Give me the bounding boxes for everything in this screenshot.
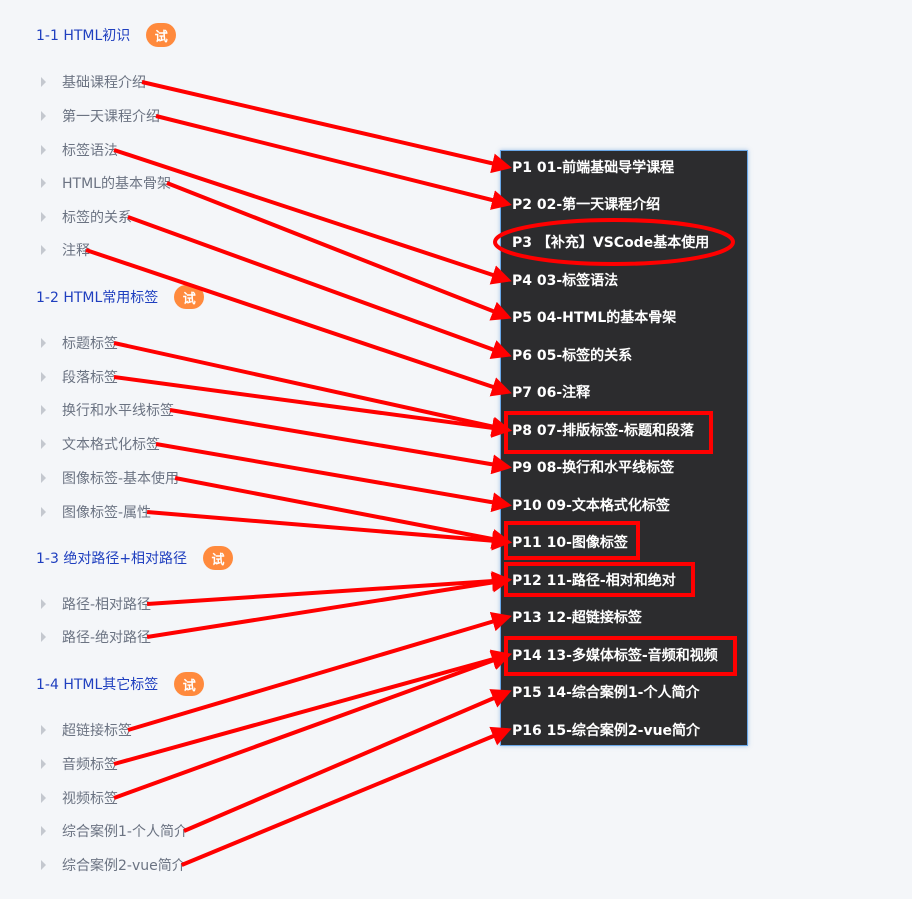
section-title: 1-2 HTML常用标签 — [36, 290, 159, 306]
lesson-label: 文本格式化标签 — [62, 437, 160, 453]
annotation-arrow — [146, 510, 512, 551]
section-title: 1-1 HTML初识 — [36, 28, 131, 44]
play-triangle-icon — [41, 599, 46, 609]
lesson-item[interactable]: 音频标签 — [41, 754, 118, 774]
lesson-label: 综合案例2-vue简介 — [62, 858, 186, 874]
lesson-label: 超链接标签 — [62, 723, 132, 739]
play-triangle-icon — [41, 826, 46, 836]
section-title: 1-4 HTML其它标签 — [36, 677, 159, 693]
lesson-item[interactable]: HTML的基本骨架 — [41, 173, 171, 193]
lesson-item[interactable]: 段落标签 — [41, 367, 118, 387]
lesson-item[interactable]: 综合案例2-vue简介 — [41, 855, 186, 875]
lesson-item[interactable]: 路径-相对路径 — [41, 594, 151, 614]
lesson-label: 音频标签 — [62, 757, 118, 773]
lesson-label: 图像标签-属性 — [62, 505, 152, 521]
play-triangle-icon — [41, 759, 46, 769]
section-header[interactable]: 1-3 绝对路径+相对路径 试 — [36, 546, 234, 570]
play-triangle-icon — [41, 725, 46, 735]
lesson-label: 标签语法 — [62, 143, 118, 159]
playlist-item[interactable]: P10 09-文本格式化标签 — [512, 492, 670, 518]
trial-badge: 试 — [174, 672, 205, 696]
lesson-label: 换行和水平线标签 — [62, 403, 174, 419]
annotation-arrow — [166, 181, 512, 321]
lesson-item[interactable]: 综合案例1-个人简介 — [41, 821, 188, 841]
annotation-arrow — [113, 148, 512, 285]
lesson-item[interactable]: 视频标签 — [41, 788, 118, 808]
video-playlist: P1 01-前端基础导学课程 P2 02-第一天课程介绍 P3 【补充】VSCo… — [500, 150, 748, 746]
play-triangle-icon — [41, 372, 46, 382]
play-triangle-icon — [41, 338, 46, 348]
lesson-label: 综合案例1-个人简介 — [62, 824, 188, 840]
lesson-item[interactable]: 标签语法 — [41, 140, 118, 160]
annotation-arrow — [85, 248, 512, 397]
lesson-item[interactable]: 标题标签 — [41, 333, 118, 353]
lesson-label: 路径-相对路径 — [62, 597, 152, 613]
annotation-arrow — [146, 572, 512, 639]
play-triangle-icon — [41, 439, 46, 449]
playlist-item[interactable]: P7 06-注释 — [512, 379, 590, 405]
lesson-label: 路径-绝对路径 — [62, 630, 152, 646]
lesson-item[interactable]: 标签的关系 — [41, 207, 132, 227]
section-title: 1-3 绝对路径+相对路径 — [36, 551, 188, 567]
lesson-item[interactable]: 文本格式化标签 — [41, 434, 160, 454]
play-triangle-icon — [41, 507, 46, 517]
lesson-label: 图像标签-基本使用 — [62, 471, 180, 487]
trial-badge: 试 — [146, 23, 177, 47]
lesson-item[interactable]: 注释 — [41, 240, 90, 260]
annotation-arrow — [141, 80, 512, 174]
annotation-arrow — [155, 442, 512, 513]
lesson-label: 注释 — [62, 243, 90, 259]
annotation-arrow — [146, 571, 512, 606]
lesson-label: HTML的基本骨架 — [62, 176, 171, 192]
play-triangle-icon — [41, 473, 46, 483]
playlist-item[interactable]: P12 11-路径-相对和绝对 — [512, 567, 676, 593]
lesson-item[interactable]: 基础课程介绍 — [41, 72, 146, 92]
section-header[interactable]: 1-4 HTML其它标签 试 — [36, 672, 205, 696]
lesson-item[interactable]: 图像标签-属性 — [41, 502, 151, 522]
playlist-item[interactable]: P4 03-标签语法 — [512, 267, 618, 293]
lesson-label: 段落标签 — [62, 370, 118, 386]
trial-badge: 试 — [174, 285, 205, 309]
lesson-label: 第一天课程介绍 — [62, 109, 160, 125]
play-triangle-icon — [41, 860, 46, 870]
lesson-item[interactable]: 第一天课程介绍 — [41, 106, 160, 126]
playlist-item[interactable]: P14 13-多媒体标签-音频和视频 — [512, 642, 718, 668]
lesson-label: 标题标签 — [62, 336, 118, 352]
playlist-item[interactable]: P2 02-第一天课程介绍 — [512, 191, 660, 217]
lesson-item[interactable]: 换行和水平线标签 — [41, 400, 174, 420]
play-triangle-icon — [41, 178, 46, 188]
playlist-item[interactable]: P15 14-综合案例1-个人简介 — [512, 679, 699, 705]
play-triangle-icon — [41, 212, 46, 222]
playlist-item[interactable]: P3 【补充】VSCode基本使用 — [512, 229, 709, 255]
annotation-arrow — [183, 689, 512, 833]
lesson-item[interactable]: 路径-绝对路径 — [41, 627, 151, 647]
play-triangle-icon — [41, 632, 46, 642]
lesson-item[interactable]: 超链接标签 — [41, 720, 132, 740]
playlist-item[interactable]: P5 04-HTML的基本骨架 — [512, 304, 676, 330]
trial-badge: 试 — [203, 546, 234, 570]
annotation-arrow — [155, 114, 512, 210]
section-header[interactable]: 1-1 HTML初识 试 — [36, 23, 177, 47]
section-header[interactable]: 1-2 HTML常用标签 试 — [36, 285, 205, 309]
playlist-item[interactable]: P1 01-前端基础导学课程 — [512, 154, 674, 180]
lesson-label: 基础课程介绍 — [62, 75, 146, 91]
playlist-item[interactable]: P11 10-图像标签 — [512, 529, 628, 555]
annotation-arrow — [180, 726, 512, 867]
playlist-item[interactable]: P13 12-超链接标签 — [512, 604, 642, 630]
play-triangle-icon — [41, 111, 46, 121]
play-triangle-icon — [41, 793, 46, 803]
playlist-item[interactable]: P9 08-换行和水平线标签 — [512, 454, 674, 480]
play-triangle-icon — [41, 145, 46, 155]
playlist-item[interactable]: P16 15-综合案例2-vue简介 — [512, 717, 700, 743]
play-triangle-icon — [41, 245, 46, 255]
play-triangle-icon — [41, 405, 46, 415]
playlist-item[interactable]: P8 07-排版标签-标题和段落 — [512, 417, 694, 443]
annotation-arrow — [174, 476, 512, 549]
lesson-label: 视频标签 — [62, 791, 118, 807]
lesson-label: 标签的关系 — [62, 210, 132, 226]
playlist-item[interactable]: P6 05-标签的关系 — [512, 342, 632, 368]
lesson-item[interactable]: 图像标签-基本使用 — [41, 468, 179, 488]
annotation-arrow — [169, 408, 512, 475]
play-triangle-icon — [41, 77, 46, 87]
